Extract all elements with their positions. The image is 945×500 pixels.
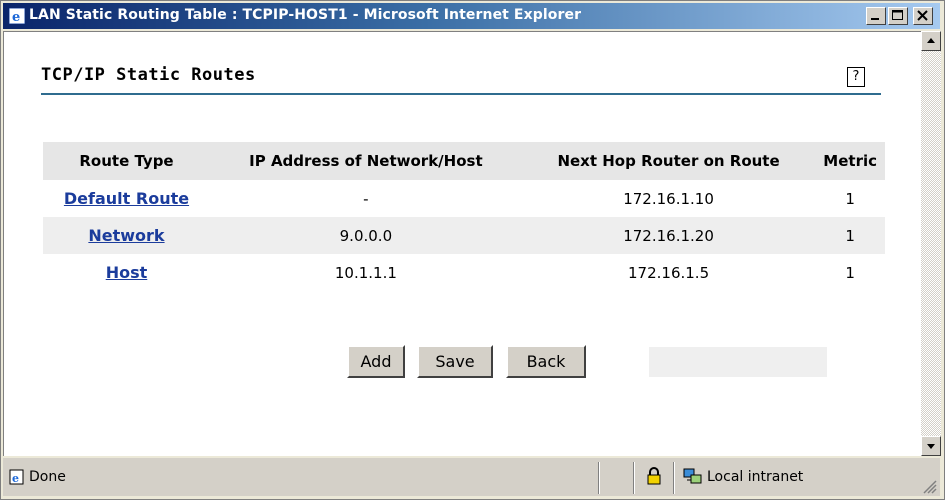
maximize-icon [892,10,903,20]
minimize-icon [871,18,879,20]
metric-cell: 1 [845,189,855,208]
help-button[interactable]: ? [847,67,865,87]
metric-cell: 1 [815,217,885,254]
table-header-row: Route Type IP Address of Network/Host Ne… [43,142,885,180]
column-header-route-type: Route Type [43,142,210,180]
back-button[interactable]: Back [506,345,586,378]
column-header-next-hop: Next Hop Router on Route [521,142,816,180]
status-separator [598,462,600,494]
zone-label: Local intranet [707,469,804,485]
close-icon [917,10,928,21]
page-title: TCP/IP Static Routes [41,65,256,85]
ip-cell: 10.1.1.1 [334,263,397,282]
route-link-default[interactable]: Default Route [64,189,189,208]
status-bar: e Done Local intranet [3,458,940,496]
resize-grip-icon[interactable] [921,478,937,498]
column-header-ip-address: IP Address of Network/Host [209,142,522,180]
next-hop-cell: 172.16.1.5 [628,263,710,282]
ie-icon: e [8,7,26,25]
intranet-icon [683,466,703,490]
table-row: Default Route - 172.16.1.10 1 [43,180,885,217]
ip-cell: - [363,189,369,208]
column-header-metric: Metric [815,142,885,180]
route-link-host[interactable]: Host [106,263,148,282]
route-link-network[interactable]: Network [88,226,164,245]
status-separator [633,462,635,494]
routes-table: Route Type IP Address of Network/Host Ne… [43,142,885,291]
table-row: Network 9.0.0.0 172.16.1.20 1 [43,217,885,254]
svg-text:e: e [12,10,20,24]
lock-icon [645,466,663,490]
metric-cell: 1 [845,263,855,282]
save-button[interactable]: Save [417,345,493,378]
table-row: Host 10.1.1.1 172.16.1.5 1 [43,254,885,291]
title-divider [41,93,881,95]
route-type-cell: Network [43,217,210,254]
title-bar[interactable]: e LAN Static Routing Table : TCPIP-HOST1… [3,3,940,29]
page-done-icon: e [9,468,27,490]
ip-cell: 9.0.0.0 [209,217,522,254]
help-icon: ? [852,69,860,84]
browser-window: e LAN Static Routing Table : TCPIP-HOST1… [0,0,945,500]
route-type-cell: Host [43,254,210,291]
close-button[interactable] [913,7,933,25]
route-type-cell: Default Route [43,180,210,217]
blank-field [649,347,827,377]
arrow-up-icon [927,38,935,43]
status-text: Done [29,469,66,485]
add-button[interactable]: Add [347,345,405,378]
scroll-down-button[interactable] [921,436,941,456]
arrow-down-icon [927,444,935,449]
maximize-button[interactable] [888,7,908,25]
scroll-up-button[interactable] [921,31,941,51]
next-hop-cell: 172.16.1.10 [623,189,714,208]
vertical-scrollbar[interactable] [921,31,941,456]
window-title: LAN Static Routing Table : TCPIP-HOST1 -… [29,7,582,23]
status-separator [673,462,675,494]
svg-text:e: e [12,472,19,485]
minimize-button[interactable] [866,7,886,25]
next-hop-cell: 172.16.1.20 [521,217,816,254]
